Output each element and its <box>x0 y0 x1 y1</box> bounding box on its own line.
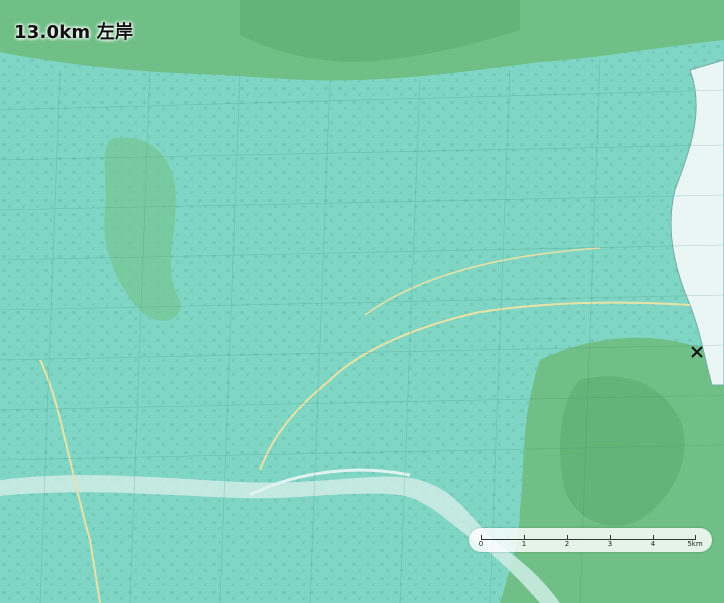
scale-label-0: 0 <box>478 540 484 548</box>
close-x-marker-icon[interactable] <box>688 343 706 361</box>
scale-label-4: 4 <box>650 540 656 548</box>
scale-bar-line <box>481 539 695 540</box>
map-canvas <box>0 0 724 603</box>
map-title: 13.0km 左岸 <box>14 22 134 43</box>
scale-label-2: 2 <box>564 540 570 548</box>
scale-label-5: 5km <box>687 540 703 548</box>
scale-label-1: 1 <box>521 540 527 548</box>
scale-label-3: 3 <box>607 540 613 548</box>
topographic-map[interactable]: 13.0km 左岸 0 1 2 3 4 5km <box>0 0 724 603</box>
x-mark-icon <box>691 346 703 358</box>
scale-bar: 0 1 2 3 4 5km <box>469 528 712 552</box>
